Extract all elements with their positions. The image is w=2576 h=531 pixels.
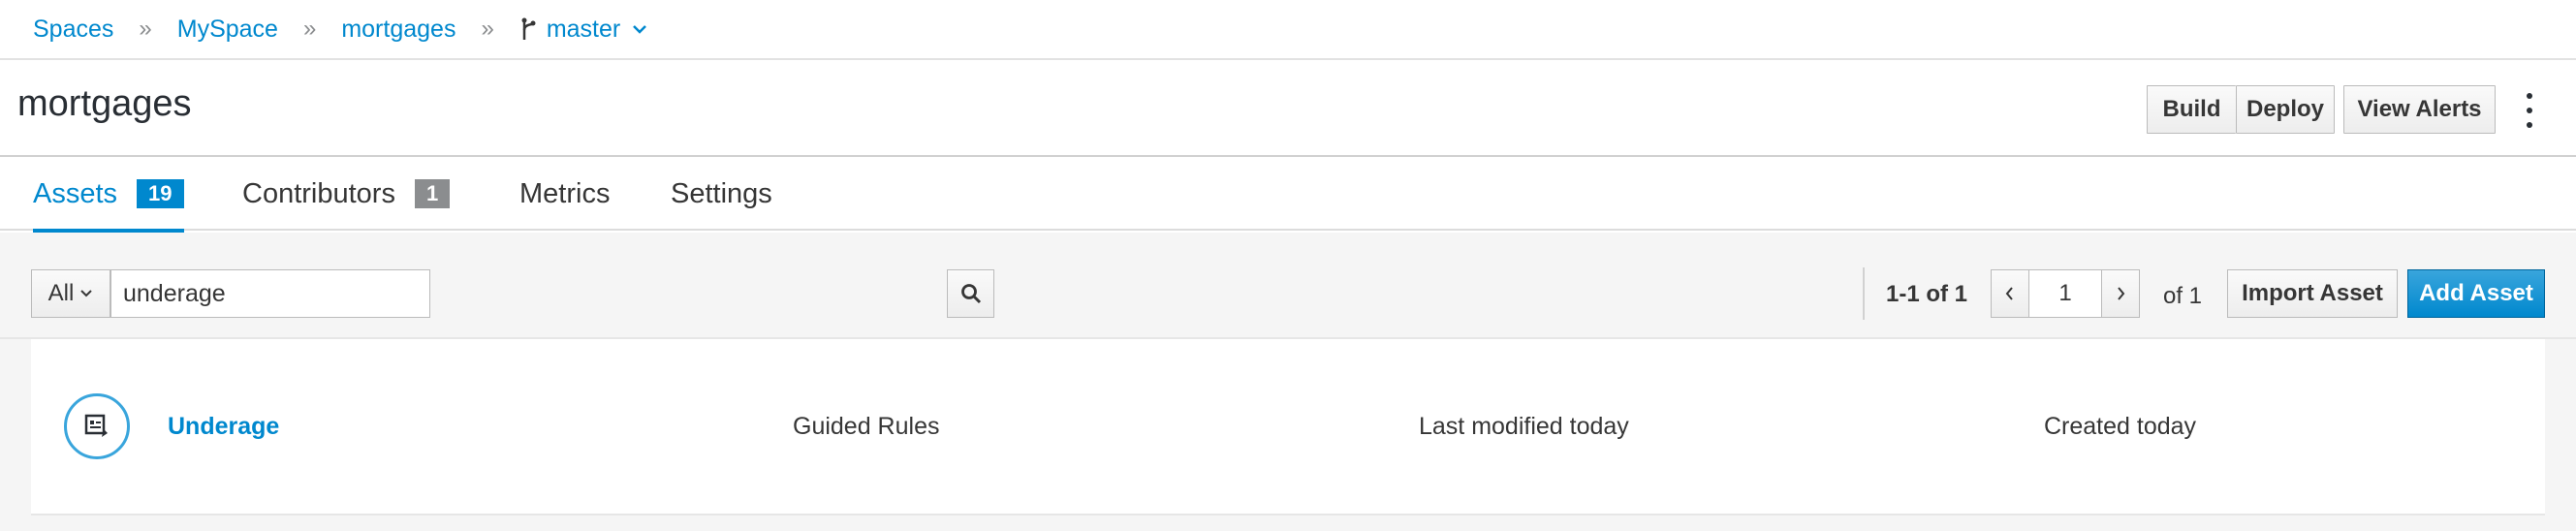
next-page-button[interactable] [2101, 269, 2140, 318]
asset-type-filter[interactable]: All [31, 269, 110, 318]
breadcrumb-mortgages[interactable]: mortgages [341, 16, 456, 44]
asset-created: Created today [2044, 413, 2197, 440]
asset-name-link[interactable]: Underage [168, 413, 279, 441]
tab-assets[interactable]: Assets 19 [33, 157, 184, 233]
search-icon [960, 284, 981, 304]
page-number-input[interactable] [2029, 269, 2101, 318]
list-item[interactable]: Underage Guided Rules Last modified toda… [31, 339, 2545, 515]
add-asset-button[interactable]: Add Asset [2407, 269, 2545, 318]
deploy-button[interactable]: Deploy [2236, 85, 2335, 134]
guided-rule-icon [64, 393, 130, 459]
breadcrumb-separator: » [139, 16, 152, 42]
chevron-down-icon [633, 25, 647, 34]
assets-count-badge: 19 [137, 179, 184, 208]
tab-metrics[interactable]: Metrics [519, 157, 610, 231]
branch-label: master [546, 15, 621, 43]
breadcrumb-separator: » [302, 16, 317, 42]
search-button[interactable] [947, 269, 994, 318]
tab-label: Settings [671, 177, 772, 209]
pager-range: 1-1 of 1 [1886, 281, 1968, 307]
chevron-left-icon [2005, 287, 2013, 300]
page-header: mortgages Build Deploy View Alerts [0, 60, 2576, 157]
breadcrumb: Spaces » MySpace » mortgages » master [0, 0, 2576, 60]
page-title: mortgages [17, 83, 192, 124]
tab-bar: Assets 19 Contributors 1 Metrics Setting… [0, 157, 2576, 233]
kebab-vertical-icon[interactable] [2520, 93, 2539, 128]
page-total: of 1 [2163, 283, 2203, 309]
tab-settings[interactable]: Settings [671, 157, 772, 231]
asset-last-modified: Last modified today [1419, 413, 1629, 440]
view-alerts-button[interactable]: View Alerts [2343, 85, 2496, 134]
tab-label: Metrics [519, 177, 611, 209]
filter-value: All [47, 280, 75, 306]
pager-divider [1863, 267, 1865, 320]
breadcrumb-spaces[interactable]: Spaces [33, 16, 113, 44]
previous-page-button[interactable] [1991, 269, 2029, 318]
breadcrumb-myspace[interactable]: MySpace [177, 16, 278, 44]
git-branch-icon [521, 17, 536, 40]
asset-list: Underage Guided Rules Last modified toda… [0, 339, 2576, 531]
contributors-count-badge: 1 [414, 179, 451, 208]
tab-contributors[interactable]: Contributors 1 [242, 157, 451, 231]
breadcrumb-separator: » [481, 16, 494, 42]
build-button[interactable]: Build [2147, 85, 2236, 134]
asset-type: Guided Rules [793, 413, 940, 440]
tab-label: Contributors [242, 177, 395, 209]
tab-label: Assets [33, 177, 118, 209]
chevron-down-icon [80, 290, 93, 297]
branch-selector[interactable]: master [519, 16, 647, 44]
import-asset-button[interactable]: Import Asset [2227, 269, 2398, 318]
chevron-right-icon [2118, 287, 2125, 300]
search-input[interactable] [110, 269, 430, 318]
asset-toolbar: All 1-1 of 1 of 1 Import Asset Add Asset [0, 233, 2576, 339]
